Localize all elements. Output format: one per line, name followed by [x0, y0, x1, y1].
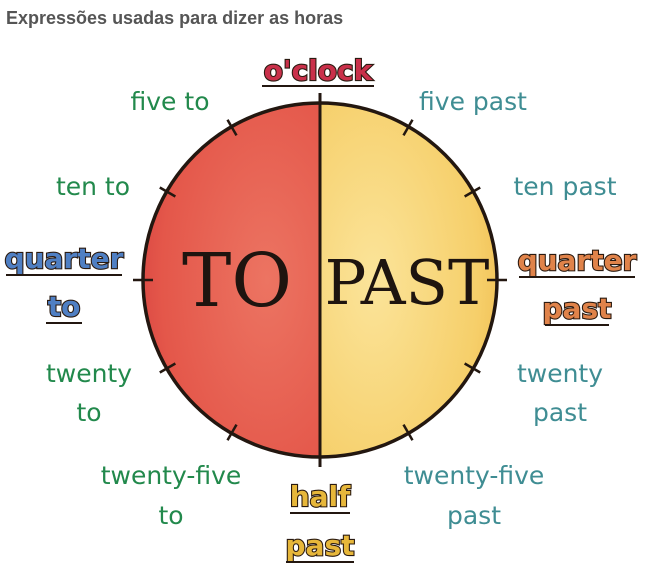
twentyfive-past-label-2: past: [447, 501, 501, 530]
oclock-label: o'clock: [264, 54, 374, 87]
five-past-label: five past: [419, 87, 527, 116]
quarter-past-line1: quarter: [518, 244, 637, 277]
ten-past-label: ten past: [514, 172, 617, 201]
clock-diagram: TO PAST o'clock half past quarter to qua…: [3, 53, 637, 563]
twenty-to-label-1: twenty: [46, 359, 132, 388]
twenty-past-label-2: past: [533, 398, 587, 427]
twenty-past-label-1: twenty: [517, 359, 603, 388]
quarter-past-line2: past: [543, 292, 612, 325]
twentyfive-to-label-2: to: [158, 501, 183, 530]
twentyfive-to-label-1: twenty-five: [101, 461, 242, 490]
past-bottom-label: past: [286, 529, 355, 562]
five-to-label: five to: [131, 87, 210, 116]
quarter-to-line2: to: [48, 290, 81, 323]
quarter-to-line1: quarter: [5, 242, 124, 275]
past-word: PAST: [325, 246, 490, 319]
twenty-to-label-2: to: [76, 398, 101, 427]
twentyfive-past-label-1: twenty-five: [404, 461, 545, 490]
to-word: TO: [182, 238, 292, 324]
ten-to-label: ten to: [56, 172, 130, 201]
half-label: half: [290, 480, 351, 513]
